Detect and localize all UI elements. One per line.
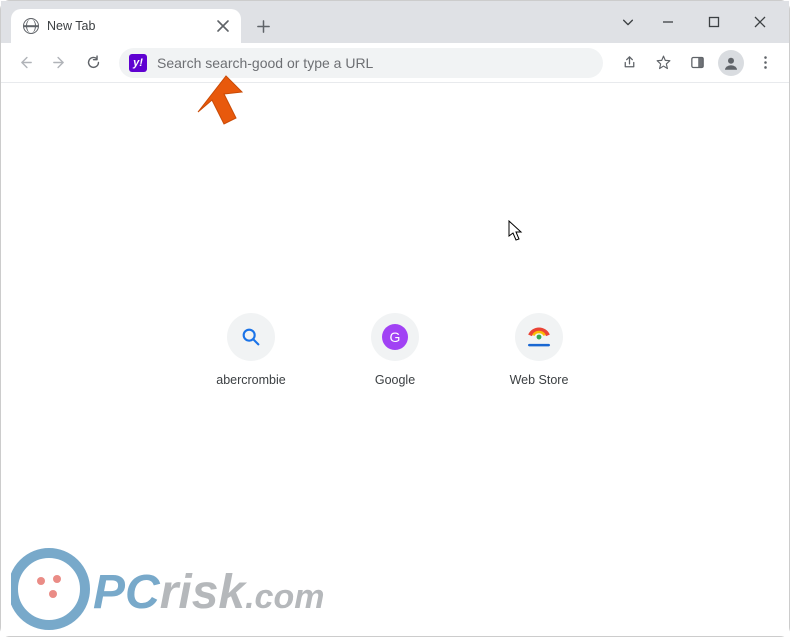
shortcut-label: abercrombie — [216, 373, 285, 387]
g-letter: G — [382, 324, 408, 350]
tab-title: New Tab — [47, 19, 207, 33]
forward-button[interactable] — [43, 47, 75, 79]
back-button[interactable] — [9, 47, 41, 79]
google-icon: G — [371, 313, 419, 361]
close-tab-icon[interactable] — [215, 18, 231, 34]
url-input[interactable] — [157, 55, 593, 71]
close-window-button[interactable] — [737, 6, 783, 38]
menu-button[interactable] — [749, 47, 781, 79]
browser-tab[interactable]: New Tab — [11, 9, 241, 43]
shortcuts-row: abercrombie G Google Web Store — [208, 313, 582, 387]
maximize-button[interactable] — [691, 6, 737, 38]
side-panel-button[interactable] — [681, 47, 713, 79]
search-icon — [227, 313, 275, 361]
bookmark-button[interactable] — [647, 47, 679, 79]
shortcut-web-store[interactable]: Web Store — [496, 313, 582, 387]
share-button[interactable] — [613, 47, 645, 79]
shortcut-label: Web Store — [510, 373, 569, 387]
search-provider-icon: y! — [129, 54, 147, 72]
tabs-dropdown-button[interactable] — [611, 6, 645, 38]
profile-button[interactable] — [715, 47, 747, 79]
reload-button[interactable] — [77, 47, 109, 79]
toolbar-right — [613, 47, 781, 79]
tab-strip: New Tab — [1, 1, 789, 43]
shortcut-label: Google — [375, 373, 415, 387]
window-controls — [611, 1, 783, 43]
shortcut-abercrombie[interactable]: abercrombie — [208, 313, 294, 387]
new-tab-button[interactable] — [249, 12, 277, 40]
shortcut-google[interactable]: G Google — [352, 313, 438, 387]
page-content: abercrombie G Google Web Store — [1, 83, 789, 636]
webstore-icon — [515, 313, 563, 361]
avatar-icon — [718, 50, 744, 76]
toolbar: y! — [1, 43, 789, 83]
minimize-button[interactable] — [645, 6, 691, 38]
globe-icon — [23, 18, 39, 34]
address-bar[interactable]: y! — [119, 48, 603, 78]
